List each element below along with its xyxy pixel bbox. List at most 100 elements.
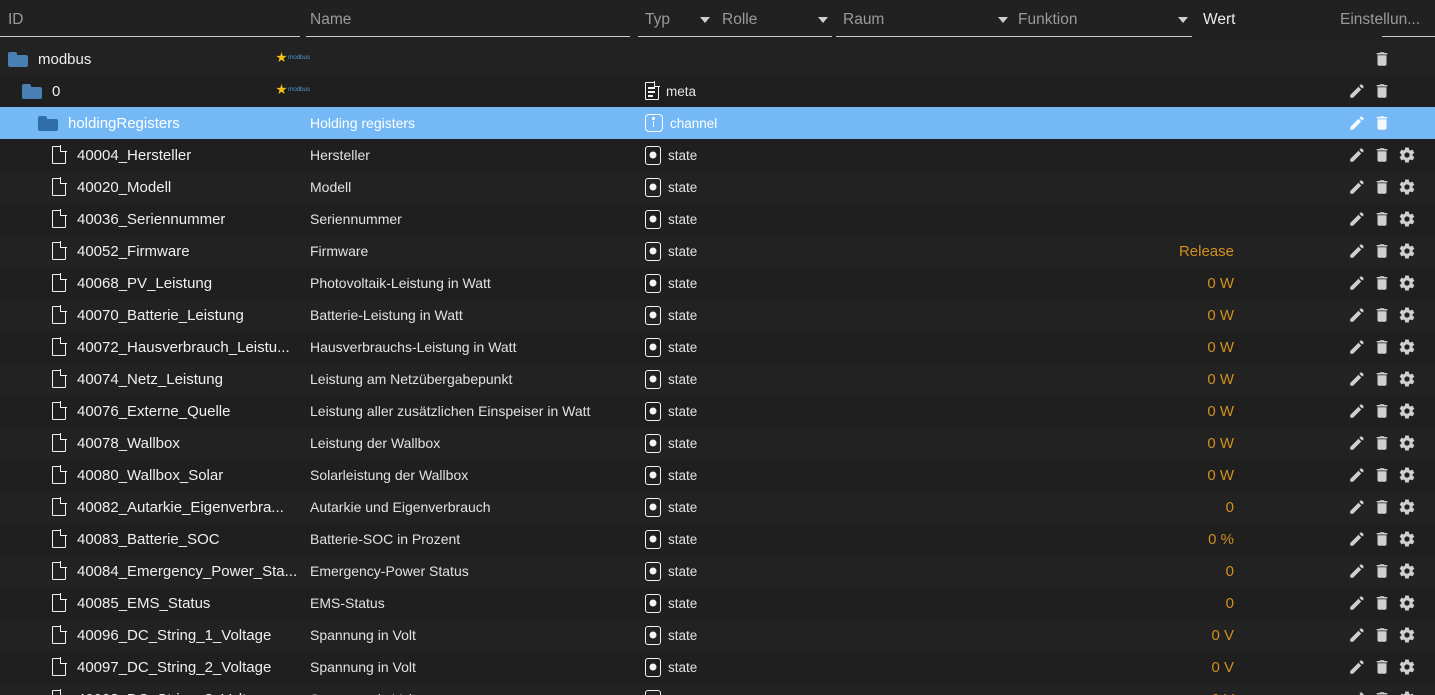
table-row[interactable]: 40036_SeriennummerSeriennummerstate xyxy=(0,203,1435,235)
table-row[interactable]: 40070_Batterie_LeistungBatterie-Leistung… xyxy=(0,299,1435,331)
gear-icon[interactable] xyxy=(1398,466,1416,484)
column-header-name[interactable]: Name xyxy=(310,11,351,29)
pencil-icon[interactable] xyxy=(1348,338,1366,356)
chevron-down-icon[interactable] xyxy=(700,17,710,23)
trash-icon[interactable] xyxy=(1373,594,1391,612)
pencil-icon[interactable] xyxy=(1348,690,1366,695)
trash-icon[interactable] xyxy=(1373,338,1391,356)
table-row[interactable]: 40096_DC_String_1_VoltageSpannung in Vol… xyxy=(0,619,1435,651)
gear-icon[interactable] xyxy=(1398,306,1416,324)
chevron-down-icon[interactable] xyxy=(1178,17,1188,23)
trash-icon[interactable] xyxy=(1373,402,1391,420)
trash-icon[interactable] xyxy=(1373,146,1391,164)
pencil-icon[interactable] xyxy=(1348,498,1366,516)
chevron-down-icon[interactable] xyxy=(998,17,1008,23)
pencil-icon[interactable] xyxy=(1348,82,1366,100)
trash-icon[interactable] xyxy=(1373,466,1391,484)
gear-icon[interactable] xyxy=(1398,626,1416,644)
table-row[interactable]: 40080_Wallbox_SolarSolarleistung der Wal… xyxy=(0,459,1435,491)
trash-icon[interactable] xyxy=(1373,658,1391,676)
trash-icon[interactable] xyxy=(1373,370,1391,388)
table-row[interactable]: modbusmodbus xyxy=(0,43,1435,75)
trash-icon[interactable] xyxy=(1373,50,1391,68)
gear-icon[interactable] xyxy=(1398,370,1416,388)
trash-icon[interactable] xyxy=(1373,530,1391,548)
table-row[interactable]: 40076_Externe_QuelleLeistung aller zusät… xyxy=(0,395,1435,427)
pencil-icon[interactable] xyxy=(1348,402,1366,420)
table-row[interactable]: 40082_Autarkie_Eigenverbra...Autarkie un… xyxy=(0,491,1435,523)
column-header-einst[interactable]: Einstellun... xyxy=(1340,11,1420,29)
pencil-icon[interactable] xyxy=(1348,466,1366,484)
chevron-down-icon[interactable] xyxy=(818,17,828,23)
table-row[interactable]: 40004_HerstellerHerstellerstate xyxy=(0,139,1435,171)
trash-icon[interactable] xyxy=(1373,114,1391,132)
pencil-icon[interactable] xyxy=(1348,178,1366,196)
column-header-funk[interactable]: Funktion xyxy=(1018,11,1077,29)
gear-icon[interactable] xyxy=(1398,658,1416,676)
pencil-icon[interactable] xyxy=(1348,658,1366,676)
column-header-id[interactable]: ID xyxy=(8,11,24,29)
gear-icon[interactable] xyxy=(1398,690,1416,695)
gear-icon[interactable] xyxy=(1398,338,1416,356)
table-row[interactable]: 40052_FirmwareFirmwarestateRelease xyxy=(0,235,1435,267)
gear-icon[interactable] xyxy=(1398,434,1416,452)
pencil-icon[interactable] xyxy=(1348,146,1366,164)
trash-icon[interactable] xyxy=(1373,690,1391,695)
doc-icon xyxy=(52,402,66,420)
column-header-wert[interactable]: Wert xyxy=(1203,11,1235,29)
trash-icon[interactable] xyxy=(1373,626,1391,644)
gear-icon[interactable] xyxy=(1398,242,1416,260)
gear-icon[interactable] xyxy=(1398,210,1416,228)
gear-icon[interactable] xyxy=(1398,178,1416,196)
table-row[interactable]: 0modbusmeta xyxy=(0,75,1435,107)
pencil-icon[interactable] xyxy=(1348,594,1366,612)
cell-actions xyxy=(1340,107,1435,139)
table-row[interactable]: 40074_Netz_LeistungLeistung am Netzüberg… xyxy=(0,363,1435,395)
gear-icon[interactable] xyxy=(1398,498,1416,516)
pencil-icon[interactable] xyxy=(1348,210,1366,228)
column-header-typ[interactable]: Typ xyxy=(645,11,670,29)
table-row[interactable]: 40078_WallboxLeistung der Wallboxstate0 … xyxy=(0,427,1435,459)
column-header-rolle[interactable]: Rolle xyxy=(722,11,757,29)
trash-icon[interactable] xyxy=(1373,242,1391,260)
row-name-label: Spannung in Volt xyxy=(310,659,630,675)
cell-actions xyxy=(1340,235,1435,267)
pencil-icon[interactable] xyxy=(1348,562,1366,580)
table-row[interactable]: 40020_ModellModellstate xyxy=(0,171,1435,203)
trash-icon[interactable] xyxy=(1373,434,1391,452)
pencil-icon[interactable] xyxy=(1348,242,1366,260)
pencil-icon[interactable] xyxy=(1348,306,1366,324)
gear-icon[interactable] xyxy=(1398,594,1416,612)
table-row[interactable]: 40072_Hausverbrauch_Leistu...Hausverbrau… xyxy=(0,331,1435,363)
trash-icon[interactable] xyxy=(1373,82,1391,100)
table-row[interactable]: 40097_DC_String_2_VoltageSpannung in Vol… xyxy=(0,651,1435,683)
cell-value: 0 xyxy=(1000,555,1234,587)
gear-icon[interactable] xyxy=(1398,274,1416,292)
table-row[interactable]: 40084_Emergency_Power_Sta...Emergency-Po… xyxy=(0,555,1435,587)
table-row[interactable]: holdingRegistersHolding registerschannel xyxy=(0,107,1435,139)
pencil-icon[interactable] xyxy=(1348,434,1366,452)
trash-icon[interactable] xyxy=(1373,498,1391,516)
row-id-label: 40074_Netz_Leistung xyxy=(77,371,223,388)
table-row[interactable]: 40098_DC_String_3_VoltageSpannung in Vol… xyxy=(0,683,1435,695)
gear-icon[interactable] xyxy=(1398,562,1416,580)
table-row[interactable]: 40085_EMS_StatusEMS-Statusstate0 xyxy=(0,587,1435,619)
row-value-label: 0 V xyxy=(1211,691,1234,695)
trash-icon[interactable] xyxy=(1373,210,1391,228)
gear-icon[interactable] xyxy=(1398,530,1416,548)
row-name-label: Firmware xyxy=(310,243,630,259)
pencil-icon[interactable] xyxy=(1348,530,1366,548)
pencil-icon[interactable] xyxy=(1348,274,1366,292)
pencil-icon[interactable] xyxy=(1348,370,1366,388)
trash-icon[interactable] xyxy=(1373,274,1391,292)
trash-icon[interactable] xyxy=(1373,178,1391,196)
trash-icon[interactable] xyxy=(1373,306,1391,324)
gear-icon[interactable] xyxy=(1398,402,1416,420)
column-header-raum[interactable]: Raum xyxy=(843,11,884,29)
pencil-icon[interactable] xyxy=(1348,114,1366,132)
table-row[interactable]: 40083_Batterie_SOCBatterie-SOC in Prozen… xyxy=(0,523,1435,555)
table-row[interactable]: 40068_PV_LeistungPhotovoltaik-Leistung i… xyxy=(0,267,1435,299)
gear-icon[interactable] xyxy=(1398,146,1416,164)
pencil-icon[interactable] xyxy=(1348,626,1366,644)
trash-icon[interactable] xyxy=(1373,562,1391,580)
